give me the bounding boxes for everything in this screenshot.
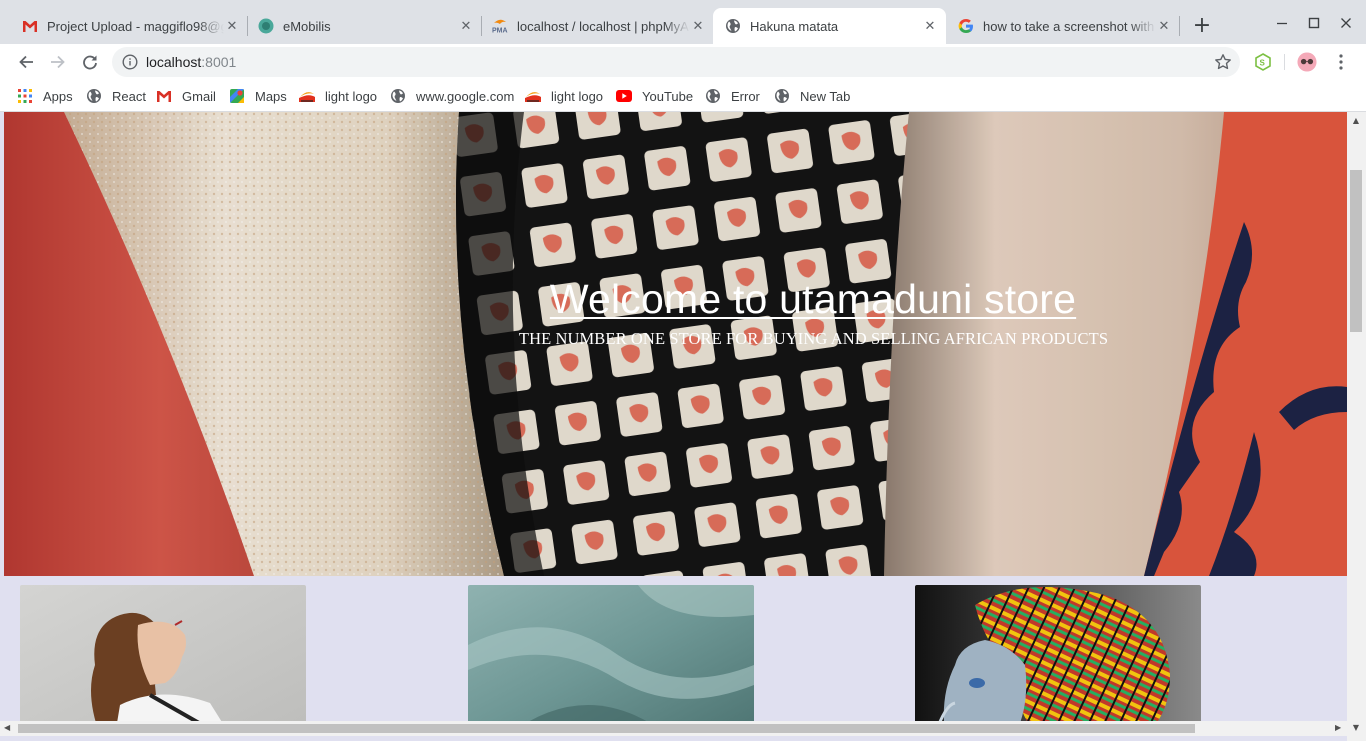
window-close-icon[interactable]	[1333, 10, 1359, 36]
browser-menu-icon[interactable]	[1331, 52, 1351, 72]
woman-portrait-photo	[20, 585, 306, 735]
back-arrow-icon	[19, 55, 33, 69]
bookmark-label: Maps	[255, 88, 287, 104]
bookmark-maps[interactable]: Maps	[229, 85, 287, 107]
bookmark-label: www.google.com	[416, 88, 515, 104]
bookmark-label: Error	[731, 88, 760, 104]
reload-button[interactable]	[76, 48, 104, 76]
close-icon[interactable]: ✕	[922, 18, 938, 34]
back-button[interactable]	[12, 48, 40, 76]
horizontal-scroll-thumb[interactable]	[18, 724, 1195, 733]
emobilis-icon	[258, 18, 274, 34]
vertical-scroll-thumb[interactable]	[1350, 170, 1362, 332]
bookmark-google[interactable]: www.google.com	[390, 85, 514, 107]
url-port: :8001	[201, 54, 237, 70]
scroll-left-arrow-icon[interactable]: ◀	[4, 723, 10, 732]
gmail-icon	[156, 88, 172, 104]
bookmark-gmail[interactable]: Gmail	[156, 85, 216, 107]
close-icon[interactable]: ✕	[1156, 18, 1172, 34]
bookmark-star-icon[interactable]	[1214, 53, 1232, 71]
hero-text-block: Welcome to utamaduni store THE NUMBER ON…	[4, 276, 1347, 349]
maximize-icon[interactable]	[1301, 10, 1327, 36]
tab-divider	[1179, 16, 1180, 36]
svg-text:S: S	[1260, 59, 1266, 68]
tab-hakuna-matata[interactable]: Hakuna matata ✕	[713, 8, 946, 44]
tab-phpmyadmin[interactable]: PMA localhost / localhost | phpMyAdmin ✕	[470, 8, 714, 44]
url-host: localhost	[146, 54, 202, 70]
scroll-right-arrow-icon[interactable]: ▶	[1335, 723, 1341, 732]
forward-button[interactable]	[44, 48, 72, 76]
tab-title: eMobilis	[283, 18, 331, 34]
google-icon	[958, 18, 974, 34]
tab-google-search[interactable]: how to take a screenshot with ✕	[946, 8, 1180, 44]
youtube-icon	[616, 88, 632, 104]
globe-icon	[86, 88, 102, 104]
bookmark-label: New Tab	[800, 88, 851, 104]
light-logo-icon	[525, 88, 541, 104]
scroll-down-arrow-icon[interactable]: ▼	[1351, 723, 1361, 732]
bookmark-label: light logo	[551, 88, 604, 104]
product-card-african-headwrap[interactable]	[915, 585, 1201, 735]
bookmark-light-logo[interactable]: light logo	[299, 85, 377, 107]
bookmark-error[interactable]: Error	[705, 85, 760, 107]
hero-title-link[interactable]: Welcome to utamaduni store	[550, 276, 1076, 323]
browser-toolbar: localhost:8001 S	[0, 44, 1366, 80]
horizontal-scrollbar[interactable]: ◀ ▶	[0, 721, 1347, 736]
apps-grid-icon	[17, 88, 33, 104]
url-text[interactable]: localhost:8001	[146, 54, 236, 70]
globe-icon	[705, 88, 721, 104]
bookmark-label: Apps	[43, 88, 73, 104]
teal-fabric-photo	[468, 585, 754, 735]
tab-title: Hakuna matata	[750, 18, 839, 34]
close-icon[interactable]: ✕	[690, 18, 706, 34]
tab-emobilis[interactable]: eMobilis ✕	[236, 8, 482, 44]
forward-arrow-icon	[51, 55, 65, 69]
reload-icon	[83, 55, 97, 70]
vertical-scrollbar[interactable]: ▲ ▼	[1347, 112, 1366, 741]
hero-banner: Welcome to utamaduni store THE NUMBER ON…	[4, 112, 1347, 576]
globe-icon	[725, 18, 741, 34]
african-headwrap-photo	[915, 585, 1201, 735]
bookmark-light-logo-2[interactable]: light logo	[525, 85, 603, 107]
new-tab-button[interactable]: +	[1190, 14, 1214, 38]
phpmyadmin-icon: PMA	[492, 18, 508, 34]
bookmark-label: Gmail	[182, 88, 216, 104]
bookmarks-bar: Apps React Gmail Maps light logo www.goo…	[0, 80, 1366, 112]
bookmark-apps[interactable]: Apps	[17, 85, 73, 107]
maps-icon	[229, 88, 245, 104]
site-info-icon[interactable]	[122, 54, 138, 70]
extension-nodejs-icon[interactable]: S	[1253, 52, 1273, 72]
light-logo-icon	[299, 88, 315, 104]
toolbar-divider	[1284, 54, 1285, 70]
profile-avatar[interactable]	[1297, 52, 1317, 72]
gmail-icon	[22, 18, 38, 34]
tab-title: localhost / localhost | phpMyAdmin	[517, 18, 690, 34]
bookmark-new-tab[interactable]: New Tab	[774, 85, 850, 107]
bookmark-label: YouTube	[642, 88, 694, 104]
address-bar[interactable]: localhost:8001	[112, 47, 1240, 77]
globe-icon	[774, 88, 790, 104]
hero-subtitle: THE NUMBER ONE STORE FOR BUYING AND SELL…	[518, 329, 1109, 348]
svg-text:PMA: PMA	[492, 28, 508, 34]
bookmark-label: light logo	[325, 88, 378, 104]
product-card-woman-portrait[interactable]	[20, 585, 306, 735]
tab-gmail[interactable]: Project Upload - maggiflo98@g ✕	[0, 8, 248, 44]
scroll-up-arrow-icon[interactable]: ▲	[1351, 116, 1361, 125]
minimize-icon[interactable]	[1269, 10, 1295, 36]
tab-strip: Project Upload - maggiflo98@g ✕ eMobilis…	[0, 0, 1366, 44]
bookmark-label: React	[112, 88, 146, 104]
page-viewport: Welcome to utamaduni store THE NUMBER ON…	[0, 112, 1366, 741]
tab-title: Project Upload - maggiflo98@g	[47, 18, 224, 34]
tab-title: how to take a screenshot with	[983, 18, 1155, 34]
globe-icon	[390, 88, 406, 104]
bookmark-youtube[interactable]: YouTube	[616, 85, 693, 107]
product-card-teal-fabric[interactable]	[468, 585, 754, 735]
bookmark-react[interactable]: React	[86, 85, 146, 107]
